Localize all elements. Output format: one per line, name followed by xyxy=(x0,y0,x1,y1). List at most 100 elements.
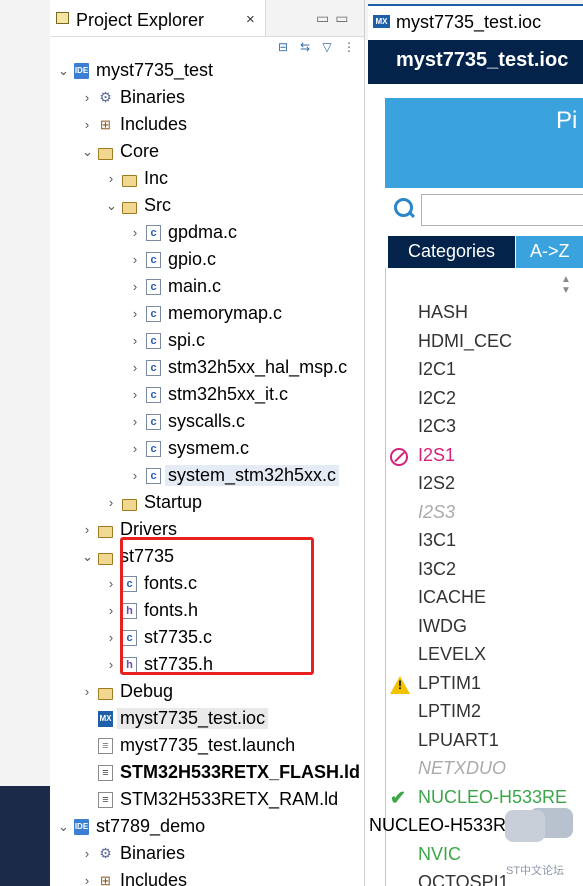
chevron-right-icon[interactable]: › xyxy=(106,171,116,186)
chevron-right-icon[interactable]: › xyxy=(130,279,140,294)
peripheral-item[interactable]: I3C1 xyxy=(418,530,456,551)
peripheral-item[interactable]: HDMI_CEC xyxy=(418,331,512,352)
peripheral-item[interactable]: LEVELX xyxy=(418,644,486,665)
tree-item[interactable]: › c system_stm32h5xx.c xyxy=(50,463,364,490)
chevron-down-icon[interactable]: ⌄ xyxy=(82,144,93,160)
tree-item[interactable]: › Startup xyxy=(50,490,364,517)
ban-icon xyxy=(390,447,408,466)
chevron-right-icon[interactable]: › xyxy=(130,414,140,429)
tree-item[interactable]: ⌄ IDE st7789_demo xyxy=(50,814,364,841)
minimize-maximize-icons[interactable]: ▭▭ xyxy=(316,10,354,27)
tree-item[interactable]: ≡ STM32H533RETX_RAM.ld xyxy=(50,787,364,814)
peripheral-item[interactable]: I2C1 xyxy=(418,359,456,380)
chevron-right-icon[interactable]: › xyxy=(130,387,140,402)
ioc-editor-panel: MX myst7735_test.ioc myst7735_test.ioc P… xyxy=(365,0,583,886)
peripheral-item[interactable]: ICACHE xyxy=(418,587,486,608)
peripheral-item[interactable]: NVIC xyxy=(418,844,461,865)
view-menu-icon[interactable]: ⋮ xyxy=(342,40,356,54)
peripheral-item[interactable]: I2S2 xyxy=(418,473,455,494)
tree-item[interactable]: ≡ myst7735_test.launch xyxy=(50,733,364,760)
peripheral-item[interactable]: I3C2 xyxy=(418,559,456,580)
chevron-right-icon[interactable]: › xyxy=(82,684,92,699)
peripheral-item[interactable]: I2C2 xyxy=(418,388,456,409)
tree-item[interactable]: MX myst7735_test.ioc xyxy=(50,706,364,733)
peripheral-item[interactable]: I2S1 xyxy=(418,445,455,466)
chevron-down-icon[interactable]: ⌄ xyxy=(82,549,93,565)
peripheral-item[interactable]: LPUART1 xyxy=(418,730,499,751)
chevron-down-icon[interactable]: ⌄ xyxy=(58,63,69,79)
chevron-right-icon[interactable]: › xyxy=(106,576,116,591)
tree-item[interactable]: › Inc xyxy=(50,166,364,193)
chevron-right-icon[interactable]: › xyxy=(130,468,140,483)
peripheral-item[interactable]: I2C3 xyxy=(418,416,456,437)
tree-item[interactable]: ⌄ Src xyxy=(50,193,364,220)
highlight-annotation-box xyxy=(120,537,314,675)
tree-item[interactable]: ⌄ IDE myst7735_test xyxy=(50,58,364,85)
tab-project-explorer[interactable]: Project Explorer × xyxy=(50,0,266,36)
chevron-right-icon[interactable]: › xyxy=(130,441,140,456)
tree-item[interactable]: › ⚙ Binaries xyxy=(50,841,364,868)
chevron-down-icon[interactable]: ⌄ xyxy=(58,819,69,835)
tree-item[interactable]: › c stm32h5xx_it.c xyxy=(50,382,364,409)
peripheral-item[interactable]: LPTIM1 xyxy=(418,673,481,694)
peripheral-item[interactable]: NUCLEO-H533RE xyxy=(369,815,518,836)
c-file-icon: c xyxy=(146,306,161,322)
tree-item[interactable]: › c stm32h5xx_hal_msp.c xyxy=(50,355,364,382)
tree-item[interactable]: › c syscalls.c xyxy=(50,409,364,436)
tree-item[interactable]: › ⚙ Binaries xyxy=(50,85,364,112)
chevron-right-icon[interactable]: › xyxy=(82,117,92,132)
chevron-right-icon[interactable]: › xyxy=(106,603,116,618)
tree-item[interactable]: ⌄ Core xyxy=(50,139,364,166)
tab-ioc-editor[interactable]: MX myst7735_test.ioc xyxy=(368,4,583,42)
search-icon[interactable] xyxy=(394,198,413,217)
peripheral-item[interactable]: IWDG xyxy=(418,616,467,637)
peripheral-item[interactable]: OCTOSPI1 xyxy=(418,872,509,886)
tab-categories[interactable]: Categories xyxy=(388,236,515,268)
collapse-all-icon[interactable]: ⊟ xyxy=(276,40,290,54)
peripheral-item[interactable]: I2S3 xyxy=(418,502,455,523)
tree-item[interactable]: › ⊞ Includes xyxy=(50,112,364,139)
chevron-right-icon[interactable]: › xyxy=(106,495,116,510)
project-icon: IDE xyxy=(74,63,89,79)
tree-item[interactable]: › c sysmem.c xyxy=(50,436,364,463)
chevron-down-icon[interactable]: ⌄ xyxy=(106,198,117,214)
chevron-right-icon[interactable]: › xyxy=(82,846,92,861)
mx-file-icon: MX xyxy=(98,711,113,727)
tree-item[interactable]: › c gpio.c xyxy=(50,247,364,274)
peripheral-item[interactable]: NUCLEO-H533RE xyxy=(418,787,567,808)
chevron-right-icon[interactable]: › xyxy=(130,252,140,267)
close-icon[interactable]: × xyxy=(246,11,255,28)
chevron-right-icon[interactable]: › xyxy=(106,630,116,645)
tree-item-label: system_stm32h5xx.c xyxy=(165,465,340,486)
c-file-icon: c xyxy=(146,468,161,484)
peripheral-item[interactable]: NETXDUO xyxy=(418,758,506,779)
peripheral-item[interactable]: HASH xyxy=(418,302,468,323)
tree-item[interactable]: › c gpdma.c xyxy=(50,220,364,247)
chevron-right-icon[interactable]: › xyxy=(130,225,140,240)
ld-file-icon: ≡ xyxy=(98,792,113,808)
folder-icon xyxy=(98,553,113,565)
scroll-arrows-icon[interactable]: ▲ ▼ xyxy=(561,274,571,296)
project-explorer-toolbar: ⊟ ⇆ ▽ ⋮ xyxy=(50,36,364,58)
chevron-right-icon[interactable]: › xyxy=(82,90,92,105)
tree-item[interactable]: › ⊞ Includes xyxy=(50,868,364,886)
chevron-right-icon[interactable]: › xyxy=(82,522,92,537)
tree-item[interactable]: › c memorymap.c xyxy=(50,301,364,328)
peripheral-item[interactable]: LPTIM2 xyxy=(418,701,481,722)
tree-item[interactable]: ≡ STM32H533RETX_FLASH.ld xyxy=(50,760,364,787)
tab-a-z[interactable]: A->Z xyxy=(516,236,583,268)
chevron-right-icon[interactable]: › xyxy=(130,360,140,375)
chevron-right-icon[interactable]: › xyxy=(82,873,92,886)
tree-item[interactable]: › c spi.c xyxy=(50,328,364,355)
pinout-banner[interactable]: Pi xyxy=(385,98,583,188)
chevron-right-icon[interactable]: › xyxy=(130,306,140,321)
tree-item[interactable]: › c main.c xyxy=(50,274,364,301)
tree-item-label: Src xyxy=(144,195,171,215)
chevron-right-icon[interactable]: › xyxy=(130,333,140,348)
filter-icon[interactable]: ▽ xyxy=(320,40,334,54)
chevron-right-icon[interactable]: › xyxy=(106,657,116,672)
watermark-text: ST中文论坛 xyxy=(506,865,565,877)
tree-item[interactable]: › Debug xyxy=(50,679,364,706)
search-input[interactable] xyxy=(421,194,583,226)
link-with-editor-icon[interactable]: ⇆ xyxy=(298,40,312,54)
